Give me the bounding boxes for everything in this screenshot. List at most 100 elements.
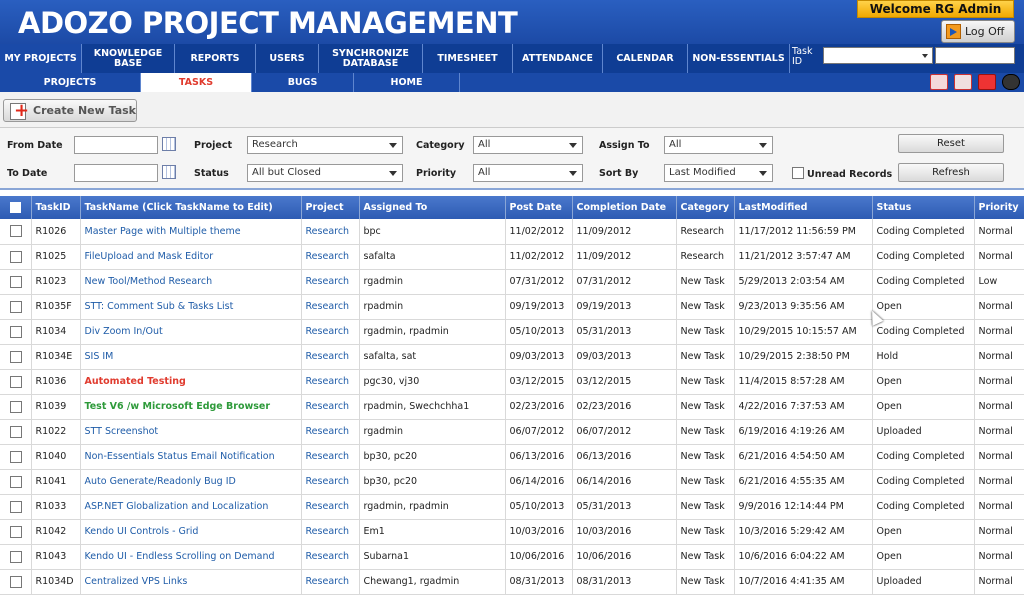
row-checkbox[interactable]	[0, 244, 32, 270]
header-last-modified[interactable]: LastModified	[734, 196, 873, 219]
calendar-icon[interactable]	[162, 165, 176, 179]
sort-by-select[interactable]: Last Modified	[664, 164, 773, 182]
nav-attendance[interactable]: ATTENDANCE	[513, 44, 603, 73]
task-name-link[interactable]: ASP.NET Globalization and Localization	[80, 494, 302, 520]
task-name-link[interactable]: Auto Generate/Readonly Bug ID	[80, 469, 302, 495]
project-link[interactable]: Research	[301, 319, 360, 345]
header-taskid[interactable]: TaskID	[31, 196, 81, 219]
task-id-cell: R1034E	[31, 344, 81, 370]
completion-date-cell: 09/03/2013	[572, 344, 677, 370]
reset-button[interactable]: Reset	[898, 134, 1004, 153]
header-status[interactable]: Status	[872, 196, 975, 219]
nav-my-projects[interactable]: MY PROJECTS	[0, 44, 82, 73]
project-link[interactable]: Research	[301, 519, 360, 545]
project-link[interactable]: Research	[301, 494, 360, 520]
task-name-link[interactable]: SIS IM	[80, 344, 302, 370]
project-link[interactable]: Research	[301, 294, 360, 320]
row-checkbox[interactable]	[0, 394, 32, 420]
project-link[interactable]: Research	[301, 219, 360, 245]
assigned-to-cell: safalta, sat	[359, 344, 506, 370]
nav-synchronize-database[interactable]: SYNCHRONIZE DATABASE	[319, 44, 423, 73]
project-link[interactable]: Research	[301, 269, 360, 295]
row-checkbox[interactable]	[0, 219, 32, 245]
category-cell: New Task	[676, 419, 735, 445]
project-link[interactable]: Research	[301, 369, 360, 395]
header-taskname[interactable]: TaskName (Click TaskName to Edit)	[80, 196, 302, 219]
row-checkbox[interactable]	[0, 444, 32, 470]
refresh-button[interactable]: Refresh	[898, 163, 1004, 182]
project-link[interactable]: Research	[301, 244, 360, 270]
row-checkbox[interactable]	[0, 494, 32, 520]
export-icon[interactable]	[930, 74, 948, 90]
header-assigned-to[interactable]: Assigned To	[359, 196, 506, 219]
last-modified-cell: 6/21/2016 4:55:35 AM	[734, 469, 873, 495]
nav-users[interactable]: USERS	[256, 44, 319, 73]
task-name-link[interactable]: Automated Testing	[80, 369, 302, 395]
task-name-link[interactable]: STT Screenshot	[80, 419, 302, 445]
status-select[interactable]: All but Closed	[247, 164, 403, 182]
taskid-select[interactable]	[823, 47, 933, 64]
project-link[interactable]: Research	[301, 469, 360, 495]
row-checkbox[interactable]	[0, 519, 32, 545]
task-name-link[interactable]: Master Page with Multiple theme	[80, 219, 302, 245]
row-checkbox[interactable]	[0, 344, 32, 370]
tab-tasks[interactable]: TASKS	[141, 73, 252, 92]
project-link[interactable]: Research	[301, 394, 360, 420]
create-new-task-button[interactable]: Create New Task	[3, 99, 137, 122]
task-name-link[interactable]: New Tool/Method Research	[80, 269, 302, 295]
project-link[interactable]: Research	[301, 419, 360, 445]
header-category[interactable]: Category	[676, 196, 735, 219]
tab-home[interactable]: HOME	[354, 73, 460, 92]
taskid-input[interactable]	[935, 47, 1015, 64]
task-name-link[interactable]: Test V6 /w Microsoft Edge Browser	[80, 394, 302, 420]
task-name-link[interactable]: Non-Essentials Status Email Notification	[80, 444, 302, 470]
priority-cell: Normal	[974, 394, 1024, 420]
task-name-link[interactable]: Kendo UI Controls - Grid	[80, 519, 302, 545]
refresh-icon[interactable]	[978, 74, 996, 90]
header-priority[interactable]: Priority	[974, 196, 1024, 219]
assign-to-select[interactable]: All	[664, 136, 773, 154]
header-project[interactable]: Project	[301, 196, 360, 219]
task-name-link[interactable]: FileUpload and Mask Editor	[80, 244, 302, 270]
last-modified-cell: 11/4/2015 8:57:28 AM	[734, 369, 873, 395]
task-name-link[interactable]: Div Zoom In/Out	[80, 319, 302, 345]
project-select[interactable]: Research	[247, 136, 403, 154]
row-checkbox[interactable]	[0, 544, 32, 570]
calendar-icon[interactable]	[162, 137, 176, 151]
project-link[interactable]: Research	[301, 344, 360, 370]
status-cell: Open	[872, 294, 975, 320]
task-name-link[interactable]: STT: Comment Sub & Tasks List	[80, 294, 302, 320]
row-checkbox[interactable]	[0, 569, 32, 595]
project-link[interactable]: Research	[301, 544, 360, 570]
header-completion-date[interactable]: Completion Date	[572, 196, 677, 219]
row-checkbox[interactable]	[0, 294, 32, 320]
select-all-checkbox[interactable]	[0, 196, 32, 219]
unread-records-checkbox[interactable]	[792, 167, 804, 179]
nav-knowledge-base[interactable]: KNOWLEDGE BASE	[82, 44, 175, 73]
category-select[interactable]: All	[473, 136, 583, 154]
task-name-link[interactable]: Kendo UI - Endless Scrolling on Demand	[80, 544, 302, 570]
print-icon[interactable]	[954, 74, 972, 90]
nav-non-essentials[interactable]: NON-ESSENTIALS	[688, 44, 790, 73]
tab-projects[interactable]: PROJECTS	[0, 73, 141, 92]
post-date-cell: 11/02/2012	[505, 244, 573, 270]
last-modified-cell: 6/19/2016 4:19:26 AM	[734, 419, 873, 445]
priority-select[interactable]: All	[473, 164, 583, 182]
search-binoculars-icon[interactable]	[1002, 74, 1020, 90]
nav-reports[interactable]: REPORTS	[175, 44, 256, 73]
project-link[interactable]: Research	[301, 444, 360, 470]
row-checkbox[interactable]	[0, 469, 32, 495]
row-checkbox[interactable]	[0, 319, 32, 345]
from-date-input[interactable]	[74, 136, 158, 154]
task-name-link[interactable]: Centralized VPS Links	[80, 569, 302, 595]
row-checkbox[interactable]	[0, 419, 32, 445]
project-link[interactable]: Research	[301, 569, 360, 595]
tab-bugs[interactable]: BUGS	[252, 73, 354, 92]
row-checkbox[interactable]	[0, 369, 32, 395]
logoff-button[interactable]: Log Off	[941, 20, 1015, 43]
nav-timesheet[interactable]: TIMESHEET	[423, 44, 513, 73]
nav-calendar[interactable]: CALENDAR	[603, 44, 688, 73]
header-post-date[interactable]: Post Date	[505, 196, 573, 219]
row-checkbox[interactable]	[0, 269, 32, 295]
to-date-input[interactable]	[74, 164, 158, 182]
